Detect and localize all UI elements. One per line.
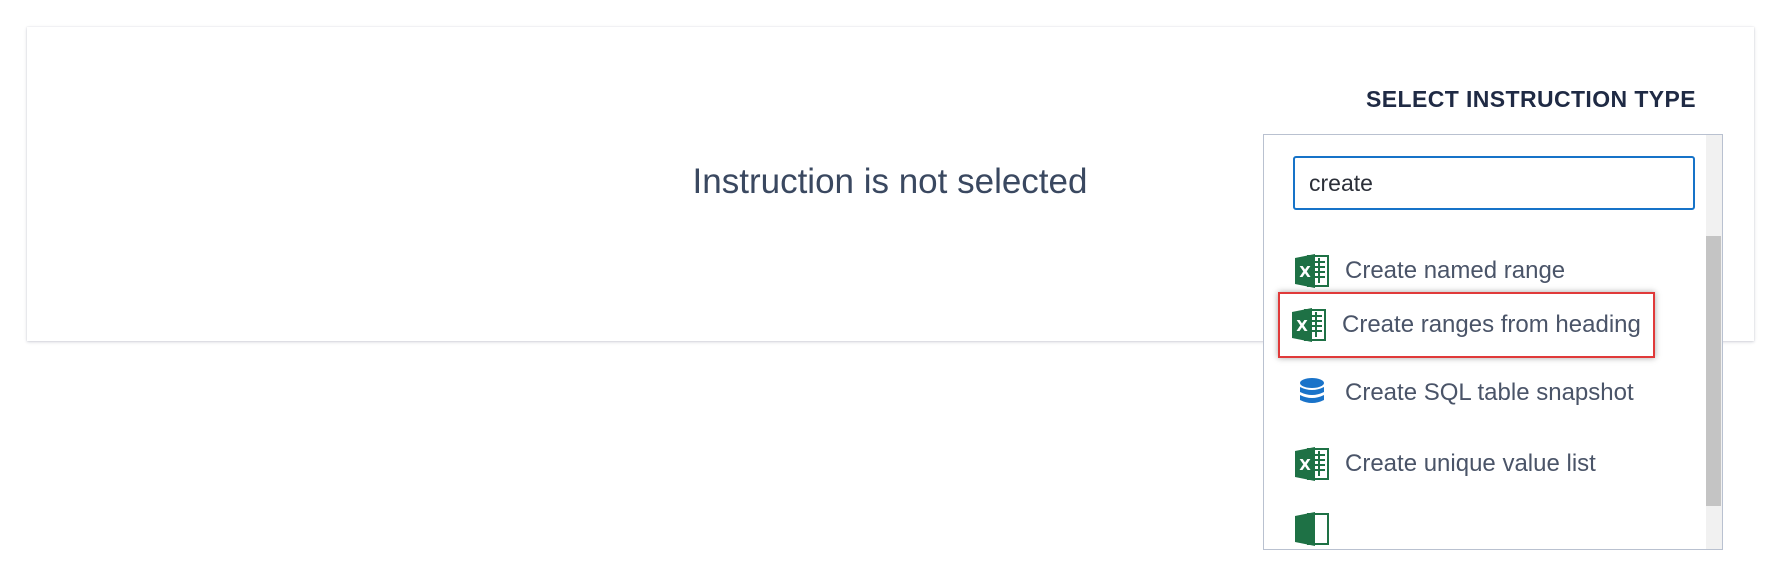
dropdown-scrollbar[interactable] [1706,135,1722,549]
list-item-create-named-range[interactable]: X Create named range [1293,248,1565,294]
instruction-type-dropdown: X Create named range X Create ranges fro… [1263,134,1723,550]
list-item-create-sql-table-snapshot[interactable]: Create SQL table snapshot [1293,370,1634,416]
list-item-create-unique-value-list[interactable]: X Create unique value list [1293,441,1596,487]
svg-text:X: X [1296,317,1308,335]
database-icon [1293,374,1331,412]
svg-text:X: X [1299,263,1311,281]
scrollbar-thumb[interactable] [1706,236,1721,506]
list-item-label: Create ranges from heading [1342,311,1641,338]
svg-text:X: X [1299,456,1311,474]
instruction-search-input[interactable] [1293,156,1695,210]
select-instruction-type-heading: SELECT INSTRUCTION TYPE [1366,86,1696,112]
list-item-partial[interactable] [1293,506,1345,549]
excel-icon [1293,510,1331,548]
list-item-label: Create unique value list [1345,450,1596,477]
list-item-label: Create SQL table snapshot [1345,379,1634,406]
excel-icon: X [1293,445,1331,483]
list-item-label: Create named range [1345,257,1566,284]
excel-icon: X [1293,252,1331,290]
list-item-create-ranges-from-heading[interactable]: X Create ranges from heading [1278,292,1655,358]
excel-icon: X [1290,306,1328,344]
